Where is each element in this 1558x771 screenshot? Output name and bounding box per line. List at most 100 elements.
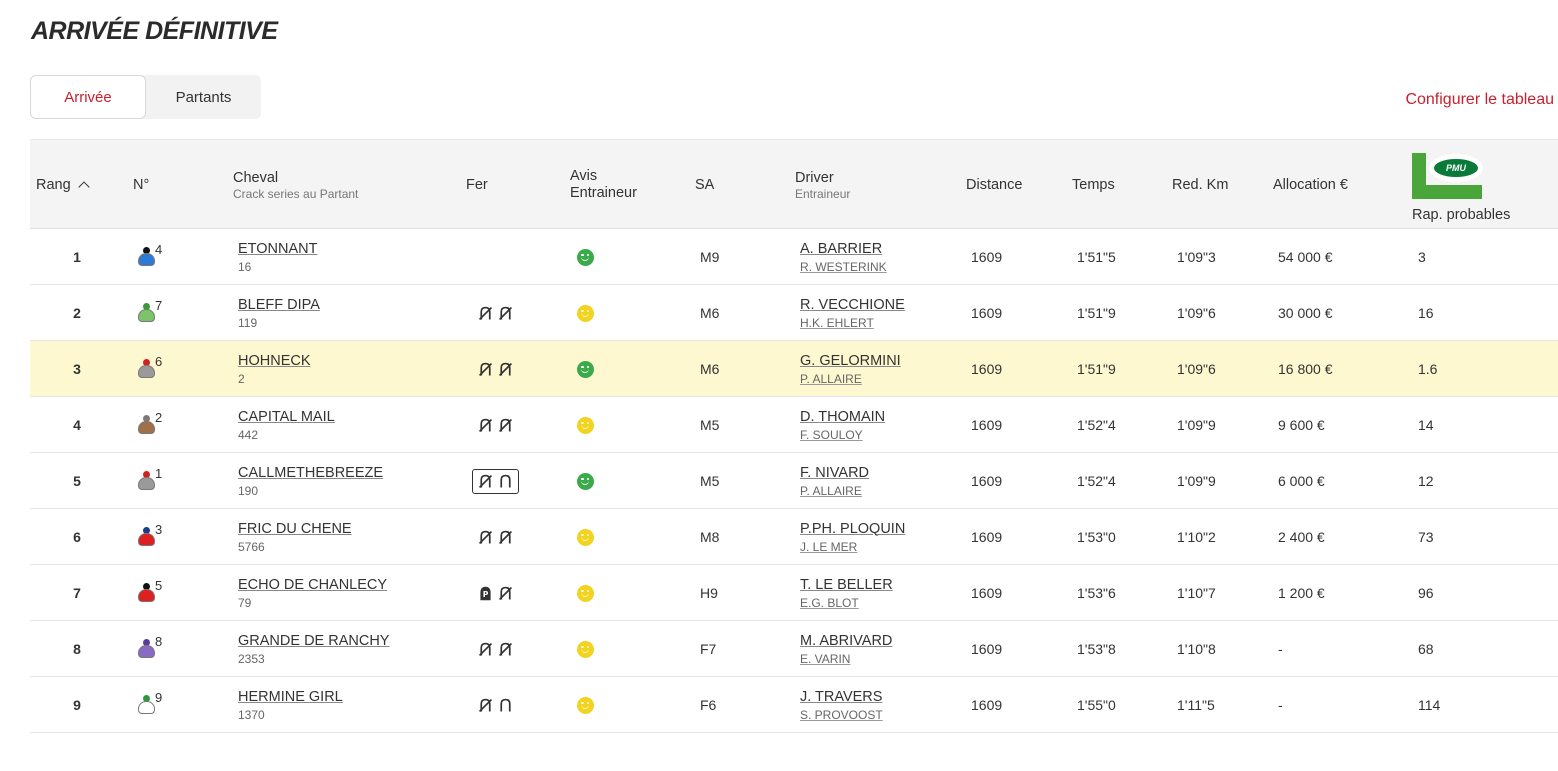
configure-table-link[interactable]: Configurer le tableau (1405, 91, 1554, 109)
red-km-value: 1'09"9 (1177, 417, 1216, 433)
horse-number: 5 (134, 565, 194, 621)
horse-name-link[interactable]: FRIC DU CHENE (238, 521, 352, 537)
tab-arrivee[interactable]: Arrivée (30, 75, 146, 119)
crack-series-value: 79 (238, 595, 252, 610)
sa-value: H9 (700, 585, 718, 601)
driver-name-link[interactable]: R. VECCHIONE (800, 297, 905, 313)
trainer-name-link[interactable]: E.G. BLOT (800, 596, 859, 610)
table-row[interactable]: 9 9 HERMINE GIRL 1370 F6 J. TRAVERS S. PROVOOS… (30, 677, 1558, 733)
header-rang[interactable]: Rang (36, 140, 90, 230)
fer-cell (470, 677, 520, 733)
trainer-name-link[interactable]: J. LE MER (800, 540, 857, 554)
trainer-name-link[interactable]: F. SOULOY (800, 428, 863, 442)
horse-name-link[interactable]: CAPITAL MAIL (238, 409, 335, 425)
horse-name-link[interactable]: HERMINE GIRL (238, 689, 343, 705)
header-distance-label: Distance (966, 177, 1023, 193)
table-row[interactable]: 8 8 GRANDE DE RANCHY 2353 F7 M. ABRIVARD E. VA… (30, 621, 1558, 677)
shoe-icon (499, 474, 511, 487)
horse-name-link[interactable]: CALLMETHEBREEZE (238, 465, 383, 481)
fer-indicator (477, 697, 514, 714)
horse-name-link[interactable]: ECHO DE CHANLECY (238, 577, 387, 593)
horse-name-link[interactable]: ETONNANT (238, 241, 318, 257)
trainer-name-link[interactable]: H.K. EHLERT (800, 316, 874, 330)
horse-cell: ECHO DE CHANLECY 79 (238, 565, 387, 621)
rapport-value: 1.6 (1418, 361, 1438, 377)
shoe-removed-icon (478, 418, 492, 432)
horse-cell: CAPITAL MAIL 442 (238, 397, 335, 453)
rapport-value: 16 (1418, 305, 1434, 321)
result-tabs: Arrivée Partants (30, 75, 261, 119)
driver-name-link[interactable]: J. TRAVERS (800, 689, 882, 705)
crack-series-value: 190 (238, 483, 259, 498)
horse-name-link[interactable]: BLEFF DIPA (238, 297, 320, 313)
red-km-value: 1'09"6 (1177, 305, 1216, 321)
rang-value: 6 (73, 529, 81, 545)
table-row[interactable]: 4 2 CAPITAL MAIL 442 M5 D. THOMAIN F. SOULOY 16… (30, 397, 1558, 453)
jockey-silk-icon: 8 (134, 634, 162, 664)
shoe-removed-icon (498, 362, 512, 376)
trainer-name-link[interactable]: E. VARIN (800, 652, 850, 666)
header-rapports-label: Rap. probables (1412, 207, 1511, 223)
tab-partants[interactable]: Partants (146, 75, 261, 119)
horse-number: 2 (134, 397, 194, 453)
driver-name-link[interactable]: A. BARRIER (800, 241, 882, 257)
fer-cell (470, 229, 520, 285)
shoe-removed-icon (498, 418, 512, 432)
horse-name-link[interactable]: HOHNECK (238, 353, 311, 369)
fer-cell (470, 341, 520, 397)
rang-value: 3 (73, 361, 81, 377)
trainer-name-link[interactable]: S. PROVOOST (800, 708, 883, 722)
driver-name-link[interactable]: T. LE BELLER (800, 577, 893, 593)
sa-value: M5 (700, 473, 720, 489)
red-km-value: 1'09"9 (1177, 473, 1216, 489)
header-avis: Avis Entraineur (570, 140, 637, 230)
crack-series-value: 442 (238, 427, 259, 442)
driver-name-link[interactable]: M. ABRIVARD (800, 633, 892, 649)
horse-name-link[interactable]: GRANDE DE RANCHY (238, 633, 389, 649)
table-body: 1 4 ETONNANT 16 M9 A. BARRIER R. WESTERINK 1609… (30, 229, 1558, 733)
allocation-value: - (1278, 641, 1283, 657)
trainer-name-link[interactable]: P. ALLAIRE (800, 484, 862, 498)
table-row[interactable]: 1 4 ETONNANT 16 M9 A. BARRIER R. WESTERINK 1609… (30, 229, 1558, 285)
rang-value: 1 (73, 249, 81, 265)
header-temps: Temps (1072, 140, 1115, 230)
table-row[interactable]: 6 3 FRIC DU CHENE 5766 M8 P.PH. PLOQUIN J. LE … (30, 509, 1558, 565)
header-cheval-label: Cheval (233, 169, 279, 186)
allocation-value: 2 400 € (1278, 529, 1325, 545)
fer-cell (470, 453, 520, 509)
distance-value: 1609 (971, 585, 1003, 601)
header-sa-label: SA (695, 177, 715, 193)
fer-cell: P (470, 565, 520, 621)
trainer-name-link[interactable]: R. WESTERINK (800, 260, 887, 274)
crack-series-value: 1370 (238, 707, 265, 722)
driver-name-link[interactable]: D. THOMAIN (800, 409, 885, 425)
fer-indicator (477, 361, 514, 378)
table-row[interactable]: 2 7 BLEFF DIPA 119 M6 R. VECCHIONE H.K. EHLERT… (30, 285, 1558, 341)
fer-indicator (477, 641, 514, 658)
plate-icon: P (479, 586, 491, 600)
horse-number-label: 4 (155, 242, 163, 257)
sa-value: M6 (700, 305, 720, 321)
driver-name-link[interactable]: F. NIVARD (800, 465, 869, 481)
time-value: 1'51"9 (1077, 361, 1116, 377)
allocation-value: 30 000 € (1278, 305, 1333, 321)
driver-name-link[interactable]: P.PH. PLOQUIN (800, 521, 905, 537)
table-row[interactable]: 3 6 HOHNECK 2 M6 G. GELORMINI P. ALLAIRE 1609 1'… (30, 341, 1558, 397)
allocation-value: 54 000 € (1278, 249, 1333, 265)
table-row[interactable]: 7 5 ECHO DE CHANLECY 79 P H9 T. LE BELLER E.G. … (30, 565, 1558, 621)
table-row[interactable]: 5 1 CALLMETHEBREEZE 190 M5 F. NIVARD P. ALLAIR… (30, 453, 1558, 509)
fer-indicator (471, 468, 519, 494)
driver-name-link[interactable]: G. GELORMINI (800, 353, 901, 369)
trainer-name-link[interactable]: P. ALLAIRE (800, 372, 862, 386)
horse-number-label: 9 (155, 690, 163, 705)
allocation-value: 6 000 € (1278, 473, 1325, 489)
jockey-silk-icon: 4 (134, 242, 162, 272)
shoe-removed-icon (498, 642, 512, 656)
rang-value: 2 (73, 305, 81, 321)
header-avis-label-1: Avis (570, 168, 598, 184)
time-value: 1'51"9 (1077, 305, 1116, 321)
horse-cell: BLEFF DIPA 119 (238, 285, 320, 341)
distance-value: 1609 (971, 305, 1003, 321)
rang-value: 8 (73, 641, 81, 657)
header-red-km: Red. Km (1172, 140, 1228, 230)
